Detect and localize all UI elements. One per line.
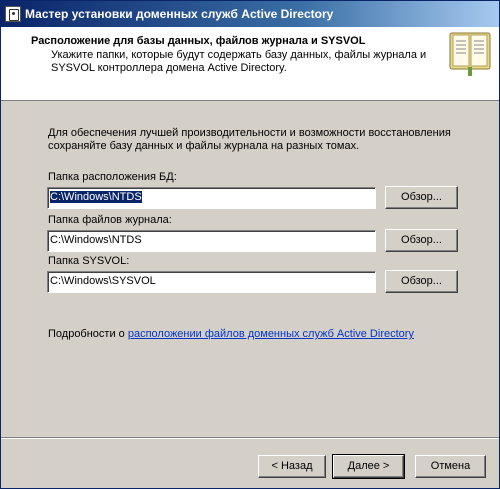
window-title: Мастер установки доменных служб Active D… [25, 7, 334, 21]
details-link[interactable]: расположении файлов доменных служб Activ… [128, 328, 414, 340]
wizard-window: Мастер установки доменных служб Active D… [0, 0, 500, 489]
cancel-button[interactable]: Отмена [415, 455, 486, 478]
log-folder-input[interactable]: C:\Windows\NTDS [47, 230, 376, 252]
database-folder-value: C:\Windows\NTDS [50, 191, 142, 203]
page-description: Укажите папки, которые будут содержать б… [51, 49, 427, 74]
intro-text: Для обеспечения лучшей производительност… [48, 127, 451, 152]
back-button[interactable]: < Назад [258, 455, 326, 478]
title-bar[interactable]: Мастер установки доменных служб Active D… [1, 1, 499, 27]
sysvol-folder-input[interactable]: C:\Windows\SYSVOL [47, 271, 376, 293]
details-prefix: Подробности о [48, 328, 128, 340]
details-line: Подробности о расположении файлов доменн… [48, 328, 414, 340]
book-icon [449, 32, 491, 76]
browse-log-button[interactable]: Обзор... [385, 229, 458, 252]
setup-wizard-icon[interactable] [5, 6, 21, 22]
sysvol-folder-value: C:\Windows\SYSVOL [50, 275, 156, 287]
next-button[interactable]: Далее > [332, 454, 405, 479]
browse-database-button[interactable]: Обзор... [385, 186, 458, 209]
log-folder-label: Папка файлов журнала: [48, 214, 172, 226]
browse-sysvol-button[interactable]: Обзор... [385, 270, 458, 293]
page-title: Расположение для базы данных, файлов жур… [31, 35, 366, 47]
wizard-header: Расположение для базы данных, файлов жур… [1, 27, 499, 101]
footer-divider [1, 437, 499, 439]
database-folder-input[interactable]: C:\Windows\NTDS [47, 187, 376, 209]
sysvol-folder-label: Папка SYSVOL: [48, 255, 130, 267]
log-folder-value: C:\Windows\NTDS [50, 234, 142, 246]
database-folder-label: Папка расположения БД: [48, 171, 177, 183]
